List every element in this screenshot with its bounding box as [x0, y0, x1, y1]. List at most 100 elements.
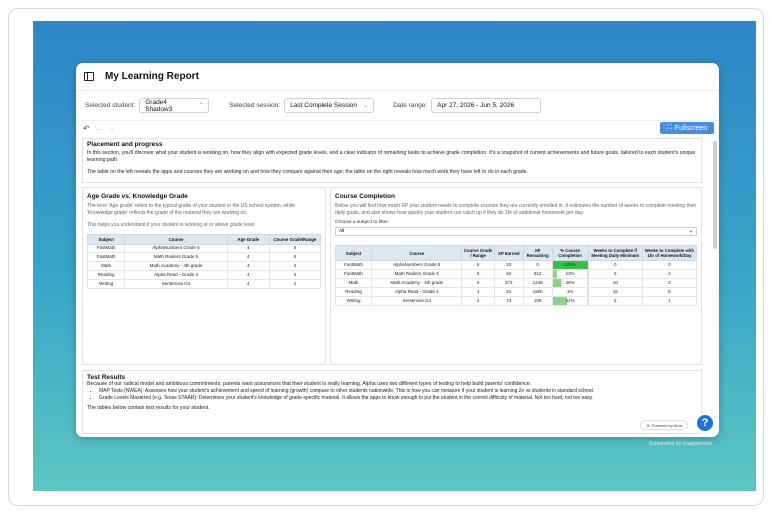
placement-title: Placement and progress — [87, 141, 163, 148]
fullscreen-button[interactable]: ⛶ Fullscreen — [660, 122, 714, 134]
student-label: Selected student: — [85, 102, 136, 109]
age-grade-help: This helps you understand if your studen… — [87, 222, 256, 228]
table-cell: 5 — [461, 268, 495, 279]
date-range-label: Date range: — [393, 102, 428, 109]
fullscreen-icon: ⛶ — [666, 124, 672, 131]
placement-table-note: The table on the left reveals the apps a… — [87, 169, 528, 175]
column-header[interactable]: % Course Completion — [551, 245, 589, 261]
list-item: Grade Levels Mastered (e.g. Texas STAAR)… — [99, 395, 697, 402]
column-header[interactable]: Subject — [334, 245, 373, 261]
table-cell: Math Raiders Grade 5 — [124, 252, 228, 263]
table-cell: 4 — [226, 261, 270, 272]
column-header[interactable]: XP Earned — [493, 245, 524, 261]
table-cell: AlphaNumbers Grade 5 — [124, 243, 228, 254]
table-cell: FastMath — [86, 243, 126, 254]
table-cell: Math — [86, 261, 126, 272]
table-cell: 5 — [587, 268, 643, 279]
table-cell: AlphaNumbers Grade 5 — [371, 260, 463, 270]
course-completion-panel: Course Completion Below you will find ho… — [330, 187, 702, 365]
completion-cell: 26% — [551, 277, 589, 288]
undo-icon[interactable]: ↶ — [83, 124, 90, 133]
placement-panel: Placement and progress In this section, … — [82, 138, 702, 183]
table-cell: Sentences G4 — [371, 295, 463, 306]
report-controls: Selected student: Grade4 Shadow3 ⌃ Selec… — [76, 91, 719, 121]
chevron-down-icon: ⌄ — [363, 103, 369, 109]
column-header[interactable]: Weeks to Complete with 1hr of Homework/D… — [641, 245, 698, 261]
table-row: FastMath AlphaNumbers Grade 5 5 33 0 100… — [334, 260, 698, 270]
table-cell: 612 — [522, 268, 553, 279]
course-completion-title: Course Completion — [335, 193, 395, 200]
sidebar-toggle-icon[interactable] — [84, 72, 94, 81]
vertical-scrollbar[interactable] — [713, 141, 717, 249]
test-results-title: Test Results — [87, 374, 126, 381]
table-row: Math Math Academy - 4th grade 4 372 1245… — [334, 277, 698, 288]
table-cell: 5 — [641, 286, 698, 297]
question-mark-icon: ? — [701, 417, 709, 429]
table-cell: FastMath — [86, 252, 126, 263]
table-cell: 2 — [587, 295, 643, 306]
table-header-row: Subject Course Course Grade / Range XP E… — [334, 245, 698, 261]
table-cell: 0 — [522, 260, 553, 270]
date-range-field[interactable]: Apr 27, 2026 - Jun 5, 2026 — [431, 98, 542, 113]
table-cell: 5 — [268, 243, 322, 254]
session-value: Last Complete Session — [290, 102, 358, 109]
title-bar: My Learning Report — [76, 63, 719, 91]
column-header[interactable]: Course Grade/Range — [268, 233, 322, 245]
table-row: Reading Alpha Read - Grade 4 4 24 1920 1… — [334, 286, 698, 297]
table-row: Writing Sentences G4 4 4 — [86, 279, 322, 290]
course-completion-table: Subject Course Course Grade / Range XP E… — [334, 245, 698, 306]
powered-by-label: Powered by Ama — [651, 422, 682, 428]
column-header[interactable]: Course Grade / Range — [461, 245, 495, 261]
column-header[interactable]: Subject — [86, 233, 126, 245]
table-row: FastMath AlphaNumbers Grade 5 4 5 — [86, 243, 322, 254]
student-select[interactable]: Grade4 Shadow3 ⌃ — [139, 98, 210, 113]
column-header[interactable]: XP Remaining — [522, 245, 553, 261]
table-cell: 0 — [641, 260, 698, 270]
app-window: My Learning Report Selected student: Gra… — [76, 63, 719, 437]
table-cell: Reading — [334, 286, 373, 297]
test-results-footer: The tables below contain test results fo… — [87, 405, 210, 412]
chevron-down-icon: ▾ — [689, 228, 692, 234]
subject-filter-select[interactable]: All ▾ — [335, 227, 697, 236]
help-chat-button[interactable]: ? — [695, 413, 715, 433]
column-header[interactable]: Course — [124, 233, 228, 245]
placement-intro: In this section, you'll discover what yo… — [87, 150, 696, 163]
date-range-value: Apr 27, 2026 - Jun 5, 2026 — [437, 102, 515, 109]
table-cell: 94 — [493, 268, 524, 279]
column-header[interactable]: Age Grade — [226, 233, 270, 245]
student-value: Grade4 Shadow3 — [145, 98, 173, 113]
table-cell: Writing — [334, 295, 373, 306]
back-arrow-icon[interactable]: ← — [95, 124, 103, 133]
column-header[interactable]: Course — [371, 245, 463, 261]
table-cell: Alpha Read - Grade 4 — [371, 286, 463, 297]
report-toolbar: ↶ ← → ⛶ Fullscreen — [76, 121, 719, 135]
report-canvas: Placement and progress In this section, … — [80, 138, 710, 434]
completion-cell: 100% — [551, 260, 589, 270]
table-cell: 4 — [461, 286, 495, 297]
watermark: Screenshot by Xnapper.com — [649, 441, 712, 447]
app-title: My Learning Report — [105, 71, 199, 82]
forward-arrow-icon[interactable]: → — [108, 124, 116, 133]
updown-chevron-icon: ⌃ — [198, 103, 204, 109]
test-types-list: MAP Tests (NWEA): Assesses how your stud… — [87, 388, 697, 401]
table-cell: Sentences G4 — [124, 279, 228, 290]
column-header[interactable]: Weeks to Complete if Meeting Daily Minim… — [587, 245, 643, 261]
completion-cell: 41% — [551, 295, 589, 306]
table-cell: 5 — [461, 260, 495, 270]
list-item: MAP Tests (NWEA): Assesses how your stud… — [99, 388, 697, 395]
table-cell: 4 — [268, 279, 322, 290]
table-cell: 4 — [226, 270, 270, 281]
fullscreen-label: Fullscreen — [674, 124, 708, 132]
table-row: FastMath Math Raiders Grade 5 5 94 612 1… — [334, 268, 698, 279]
table-cell: 5 — [268, 252, 322, 263]
table-cell: 106 — [522, 295, 553, 306]
table-cell: 0 — [587, 260, 643, 270]
table-row: Math Math Academy - 4th grade 4 4 — [86, 261, 322, 272]
session-select[interactable]: Last Complete Session ⌄ — [284, 98, 375, 113]
table-cell: FastMath — [334, 268, 373, 279]
powered-by-badge[interactable]: ⊛ Powered by Ama — [640, 420, 688, 430]
table-cell: 74 — [493, 295, 524, 306]
age-grade-panel: Age Grade vs. Knowledge Grade The term '… — [82, 187, 326, 365]
table-cell: 3 — [641, 277, 698, 288]
table-cell: 2 — [641, 268, 698, 279]
